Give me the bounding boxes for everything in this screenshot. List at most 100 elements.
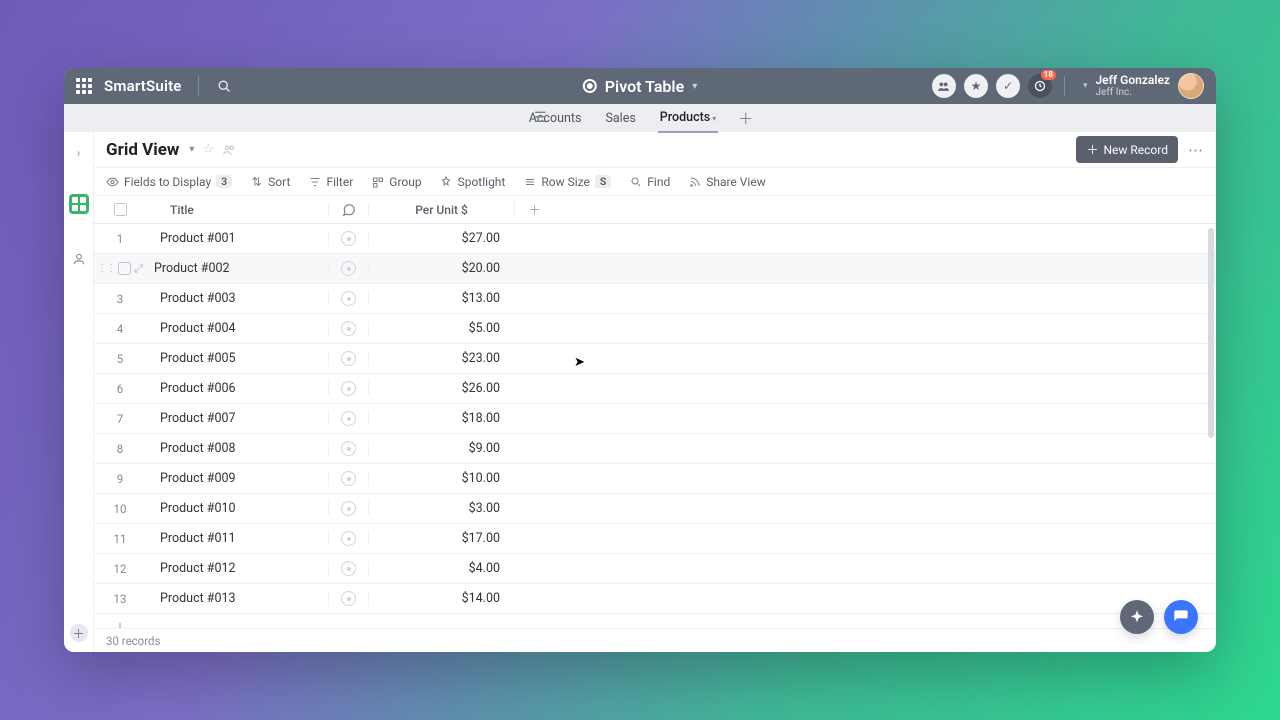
tab-sales[interactable]: Sales: [603, 105, 637, 132]
add-view-button[interactable]: ＋: [70, 624, 88, 642]
chat-support-button[interactable]: [1164, 600, 1198, 634]
cell-price[interactable]: $9.00: [368, 441, 514, 456]
status-circle-icon: [341, 471, 356, 486]
add-column-button[interactable]: ＋: [514, 201, 554, 218]
cell-status[interactable]: [328, 531, 368, 546]
find-button[interactable]: Find: [629, 175, 670, 189]
cell-status[interactable]: [328, 411, 368, 426]
table-row[interactable]: 13Product #013$14.00: [94, 584, 1216, 614]
cell-status[interactable]: [328, 471, 368, 486]
cell-title[interactable]: Product #002: [146, 261, 328, 276]
filter-button[interactable]: Filter: [308, 175, 353, 189]
table-row[interactable]: 9Product #009$10.00: [94, 464, 1216, 494]
cell-status[interactable]: [328, 321, 368, 336]
spotlight-button[interactable]: Spotlight: [440, 175, 506, 189]
table-row[interactable]: 7Product #007$18.00: [94, 404, 1216, 434]
scrollbar-thumb[interactable]: [1208, 228, 1214, 438]
cell-status[interactable]: [328, 441, 368, 456]
person-icon[interactable]: [72, 252, 86, 266]
table-row[interactable]: 12Product #012$4.00: [94, 554, 1216, 584]
cell-title[interactable]: Product #003: [146, 291, 328, 306]
cell-price[interactable]: $10.00: [368, 471, 514, 486]
cell-price[interactable]: $5.00: [368, 321, 514, 336]
table-row[interactable]: 6Product #006 $26.00: [94, 374, 1216, 404]
workspace-title-block[interactable]: Pivot Table ▾: [583, 77, 697, 96]
sort-button[interactable]: ⇅ Sort: [250, 175, 290, 189]
tasks-button[interactable]: ✓: [996, 74, 1020, 98]
table-row[interactable]: 3Product #003$13.00: [94, 284, 1216, 314]
status-circle-icon: [341, 321, 356, 336]
cell-price[interactable]: $27.00: [368, 231, 514, 246]
chevron-down-icon[interactable]: ▾: [189, 144, 194, 155]
table-row[interactable]: 8Product #008 $9.00: [94, 434, 1216, 464]
cell-price[interactable]: $23.00: [368, 351, 514, 366]
notifications-button[interactable]: 18: [1028, 74, 1052, 98]
add-row[interactable]: ＋: [94, 614, 1216, 628]
cell-status[interactable]: [328, 501, 368, 516]
cell-status[interactable]: [328, 291, 368, 306]
cell-price[interactable]: $4.00: [368, 561, 514, 576]
column-header-status[interactable]: [328, 203, 368, 217]
drag-handle-icon[interactable]: ⋮⋮: [97, 263, 115, 274]
tab-products[interactable]: Products▾: [658, 104, 718, 133]
expand-sidebar-button[interactable]: ›: [73, 142, 85, 164]
cell-title[interactable]: Product #008: [146, 441, 328, 456]
group-icon: [371, 175, 384, 188]
group-button[interactable]: Group: [371, 175, 421, 189]
cell-title[interactable]: Product #005: [146, 351, 328, 366]
cell-price[interactable]: $17.00: [368, 531, 514, 546]
cell-status[interactable]: [328, 381, 368, 396]
table-row[interactable]: 11Product #011$17.00: [94, 524, 1216, 554]
fields-to-display-button[interactable]: Fields to Display 3: [106, 175, 232, 189]
table-row[interactable]: ⋮⋮ ⤢Product #002 $20.00: [94, 254, 1216, 284]
cell-status[interactable]: [328, 261, 368, 276]
add-tab-button[interactable]: ＋: [738, 108, 753, 129]
cell-title[interactable]: Product #001: [146, 231, 328, 246]
table-row[interactable]: 10Product #010$3.00: [94, 494, 1216, 524]
brand-name: SmartSuite: [104, 77, 182, 95]
grid-footer: 30 records: [94, 628, 1216, 652]
cell-title[interactable]: Product #006: [146, 381, 328, 396]
cell-price[interactable]: $26.00: [368, 381, 514, 396]
favorites-button[interactable]: ★: [964, 74, 988, 98]
cell-status[interactable]: [328, 591, 368, 606]
column-header-price[interactable]: Per Unit $: [368, 203, 514, 217]
table-row[interactable]: 4Product #004$5.00: [94, 314, 1216, 344]
cell-title[interactable]: Product #007: [146, 411, 328, 426]
cell-price[interactable]: $20.00: [368, 261, 514, 276]
table-row[interactable]: 5Product #005$23.00: [94, 344, 1216, 374]
row-size-button[interactable]: Row Size S: [523, 175, 611, 189]
row-number: 8: [94, 442, 146, 456]
members-button[interactable]: [932, 74, 956, 98]
cell-price[interactable]: $3.00: [368, 501, 514, 516]
share-view-button[interactable]: Share View: [688, 175, 766, 189]
share-people-icon[interactable]: [222, 143, 236, 157]
cell-title[interactable]: Product #013: [146, 591, 328, 606]
row-number: 6: [94, 382, 146, 396]
cell-title[interactable]: Product #004: [146, 321, 328, 336]
cell-price[interactable]: $18.00: [368, 411, 514, 426]
apps-grid-icon[interactable]: [76, 78, 92, 94]
cell-title[interactable]: Product #011: [146, 531, 328, 546]
new-record-button[interactable]: ＋ New Record: [1076, 136, 1178, 163]
select-all-checkbox[interactable]: [114, 203, 127, 216]
hamburger-icon[interactable]: ☰: [534, 110, 547, 126]
column-header-title[interactable]: Title: [146, 203, 328, 217]
star-icon[interactable]: ☆: [202, 142, 214, 157]
cell-status[interactable]: [328, 231, 368, 246]
cell-price[interactable]: $14.00: [368, 591, 514, 606]
grid-view-icon[interactable]: [69, 194, 89, 214]
user-menu[interactable]: ▾ Jeff Gonzalez Jeff Inc.: [1083, 73, 1204, 99]
more-menu-button[interactable]: ⋯: [1188, 141, 1204, 159]
expand-record-icon[interactable]: ⤢: [134, 262, 143, 276]
cell-status[interactable]: [328, 351, 368, 366]
cell-price[interactable]: $13.00: [368, 291, 514, 306]
cell-title[interactable]: Product #009: [146, 471, 328, 486]
cell-title[interactable]: Product #010: [146, 501, 328, 516]
row-checkbox[interactable]: [118, 262, 131, 275]
cell-title[interactable]: Product #012: [146, 561, 328, 576]
search-button[interactable]: [215, 76, 235, 96]
table-row[interactable]: 1Product #001$27.00: [94, 224, 1216, 254]
quick-assist-button[interactable]: [1120, 600, 1154, 634]
cell-status[interactable]: [328, 561, 368, 576]
